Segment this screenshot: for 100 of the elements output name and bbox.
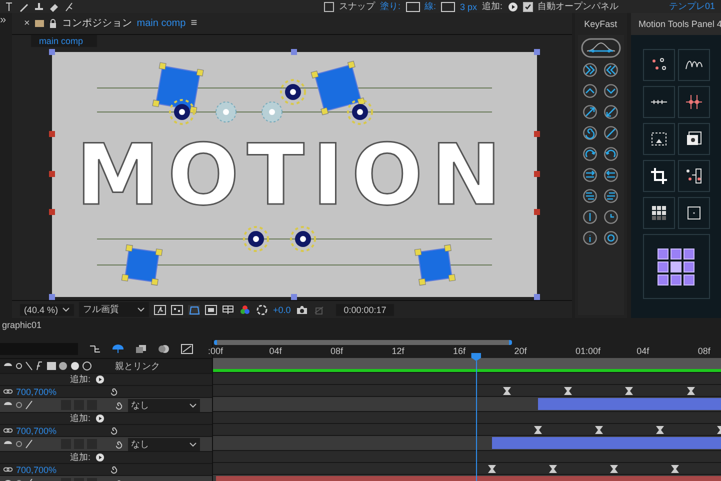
close-tab-button[interactable]: × xyxy=(24,18,30,29)
chain-link-icon[interactable] xyxy=(3,426,13,435)
arrow-up-right-icon[interactable] xyxy=(583,105,598,119)
timeline-tab-title[interactable]: graphic01 xyxy=(2,320,42,330)
frame-blending-icon[interactable] xyxy=(135,344,147,354)
layered-image-icon[interactable] xyxy=(678,123,710,155)
play-icon[interactable] xyxy=(94,375,105,384)
spiral-icon[interactable] xyxy=(108,426,119,435)
fill-swatch[interactable] xyxy=(406,2,420,12)
preset-name[interactable]: テンプレ01 xyxy=(668,0,721,13)
grid-guides-icon[interactable] xyxy=(222,304,234,315)
current-time-field[interactable]: 0:00:00:17 xyxy=(336,304,394,316)
clock-icon[interactable] xyxy=(604,210,618,224)
text-tool-icon[interactable] xyxy=(4,2,14,12)
anchor-grid-icon[interactable] xyxy=(642,234,710,299)
comp-subtab[interactable]: main comp xyxy=(30,34,97,47)
chevron-down-icon[interactable] xyxy=(604,84,618,98)
layer-switches-drawing[interactable] xyxy=(3,439,35,449)
rotate-right-icon[interactable] xyxy=(583,147,598,161)
snap-label: スナップ xyxy=(339,0,375,13)
scatter-dots-icon[interactable] xyxy=(642,49,674,81)
double-chevron-left-icon[interactable] xyxy=(604,63,618,77)
arrow-down-left-icon[interactable] xyxy=(604,105,618,119)
scale-value[interactable]: 700,700% xyxy=(16,464,57,474)
align-nodes-icon[interactable] xyxy=(678,160,710,192)
exposure-icon[interactable] xyxy=(256,304,268,315)
chain-link-icon[interactable] xyxy=(3,387,13,396)
auto-open-checkbox[interactable] xyxy=(522,2,533,12)
scale-value[interactable]: 700,700% xyxy=(16,386,57,396)
parent-dropdown[interactable]: なし xyxy=(128,398,200,412)
panel-menu-button[interactable]: ≡ xyxy=(190,17,198,30)
transform-handle[interactable] xyxy=(48,208,55,215)
stacked-bars-icon[interactable] xyxy=(583,189,598,203)
split-keyframes-icon[interactable] xyxy=(678,86,710,118)
caret-icon[interactable] xyxy=(189,402,197,408)
expand-panel-toggle[interactable]: » xyxy=(0,13,12,27)
ruler-time-label: 04f xyxy=(636,346,650,356)
arrow-right-lines-icon[interactable] xyxy=(583,168,598,182)
color-channels-icon[interactable] xyxy=(238,304,251,315)
play-icon[interactable] xyxy=(508,2,518,12)
transform-handle[interactable] xyxy=(48,294,55,300)
transparency-grid-icon[interactable] xyxy=(170,304,183,315)
play-icon[interactable] xyxy=(94,453,105,462)
lock-icon[interactable] xyxy=(48,18,57,28)
wave-icon[interactable] xyxy=(678,49,710,81)
stamp-tool-icon[interactable] xyxy=(34,2,44,12)
transform-handle[interactable] xyxy=(290,48,297,55)
selection-image-icon[interactable] xyxy=(642,123,674,155)
mask-visibility-icon[interactable] xyxy=(188,304,200,315)
stroke-swatch[interactable] xyxy=(441,2,456,12)
play-icon[interactable] xyxy=(94,414,105,423)
comp-name-tab[interactable]: main comp xyxy=(136,18,186,29)
pin-tool-icon[interactable] xyxy=(64,2,74,12)
transform-handle[interactable] xyxy=(48,170,55,177)
spiral-icon[interactable] xyxy=(114,440,124,448)
ruler-time-label: :00f xyxy=(208,346,224,356)
region-of-interest-icon[interactable] xyxy=(204,304,217,315)
caret-icon[interactable] xyxy=(136,307,145,312)
grid-icon[interactable] xyxy=(642,197,674,229)
parent-link-column-header: 親とリンク xyxy=(115,360,160,372)
stacked-bars-icon[interactable] xyxy=(604,189,618,203)
ease-curve-icon[interactable] xyxy=(580,38,621,58)
scale-value[interactable]: 700,700% xyxy=(16,426,57,436)
transform-handle[interactable] xyxy=(48,130,55,137)
spiral-icon[interactable] xyxy=(583,126,598,140)
caret-icon[interactable] xyxy=(189,442,197,446)
parent-dropdown[interactable]: なし xyxy=(128,438,200,450)
rotate-left-icon[interactable] xyxy=(604,147,618,161)
chain-link-icon[interactable] xyxy=(3,465,13,474)
shy-layers-icon[interactable] xyxy=(112,344,124,354)
fill-label: 塗り: xyxy=(380,0,401,13)
playhead[interactable] xyxy=(471,353,482,481)
caret-icon[interactable] xyxy=(62,307,70,312)
add-property-label: 追加: xyxy=(70,373,91,386)
arrow-left-lines-icon[interactable] xyxy=(604,168,618,182)
info-icon[interactable] xyxy=(583,231,598,245)
spiral-icon[interactable] xyxy=(108,465,119,474)
motion-title-text: MOTION xyxy=(76,126,510,224)
ruler-time-label: 12f xyxy=(392,346,404,356)
double-chevron-right-icon[interactable] xyxy=(583,63,598,77)
spiral-icon[interactable] xyxy=(114,400,124,410)
chevron-up-icon[interactable] xyxy=(583,84,598,98)
transform-handle[interactable] xyxy=(48,48,55,55)
comp-flowchart-icon[interactable] xyxy=(89,344,101,354)
slashed-circle-icon[interactable] xyxy=(604,126,618,140)
exposure-value[interactable]: +0.0 xyxy=(272,304,291,315)
stroke-width-value[interactable]: 3 px xyxy=(460,2,478,12)
keyfast-panel-title[interactable]: KeyFast xyxy=(574,13,626,35)
fast-preview-icon[interactable] xyxy=(154,304,166,315)
crop-icon[interactable] xyxy=(642,160,674,192)
graph-editor-icon[interactable] xyxy=(181,344,193,354)
motion-blur-icon[interactable] xyxy=(158,344,170,354)
layer-switches-drawing[interactable] xyxy=(3,400,35,410)
bounding-box-icon[interactable] xyxy=(678,197,710,229)
spiral-icon[interactable] xyxy=(108,387,119,396)
resolution-dropdown[interactable]: フル画質 xyxy=(78,302,149,318)
camera-icon[interactable] xyxy=(296,304,308,315)
transform-handle[interactable] xyxy=(534,48,540,55)
zoom-dropdown[interactable]: (40.4 %) xyxy=(20,304,74,316)
snap-checkbox[interactable] xyxy=(324,2,334,12)
